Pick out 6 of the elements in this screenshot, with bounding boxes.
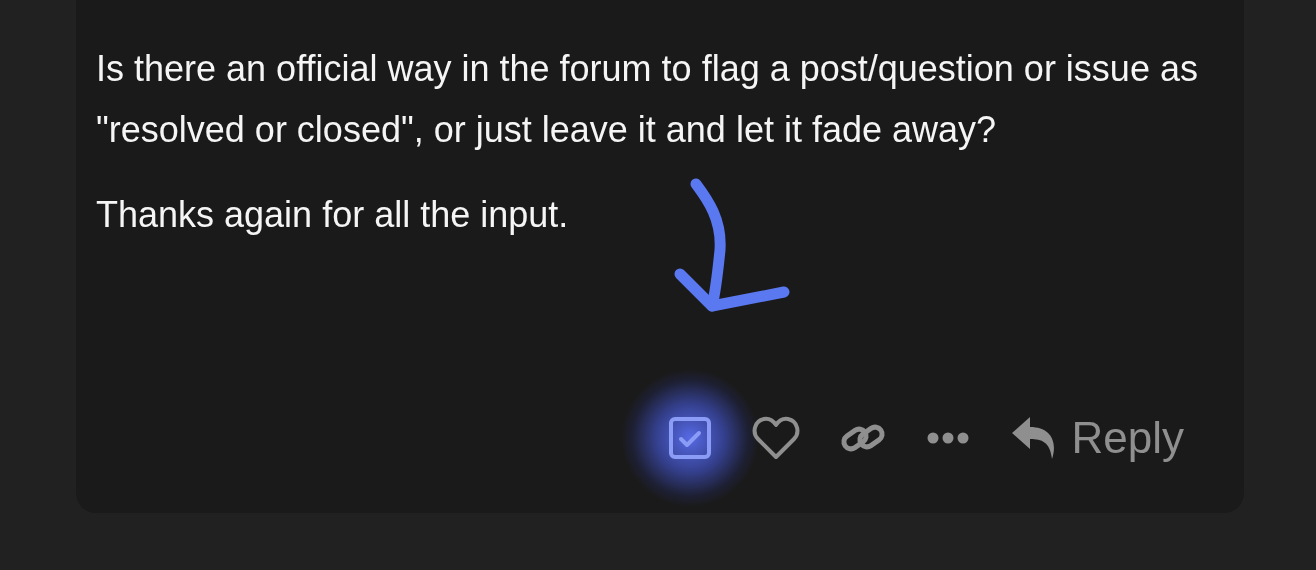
post-paragraph: Is there an official way in the forum to flag a post/question or issue as "resolved or closed", or just leave it and let it fade away? — [96, 47, 1199, 152]
more-icon — [925, 431, 970, 445]
heart-icon — [751, 416, 800, 460]
reply-button[interactable]: Reply — [1003, 407, 1190, 469]
checkbox-icon — [667, 416, 712, 460]
post-paragraph: Thanks again for all the input. — [96, 193, 570, 237]
